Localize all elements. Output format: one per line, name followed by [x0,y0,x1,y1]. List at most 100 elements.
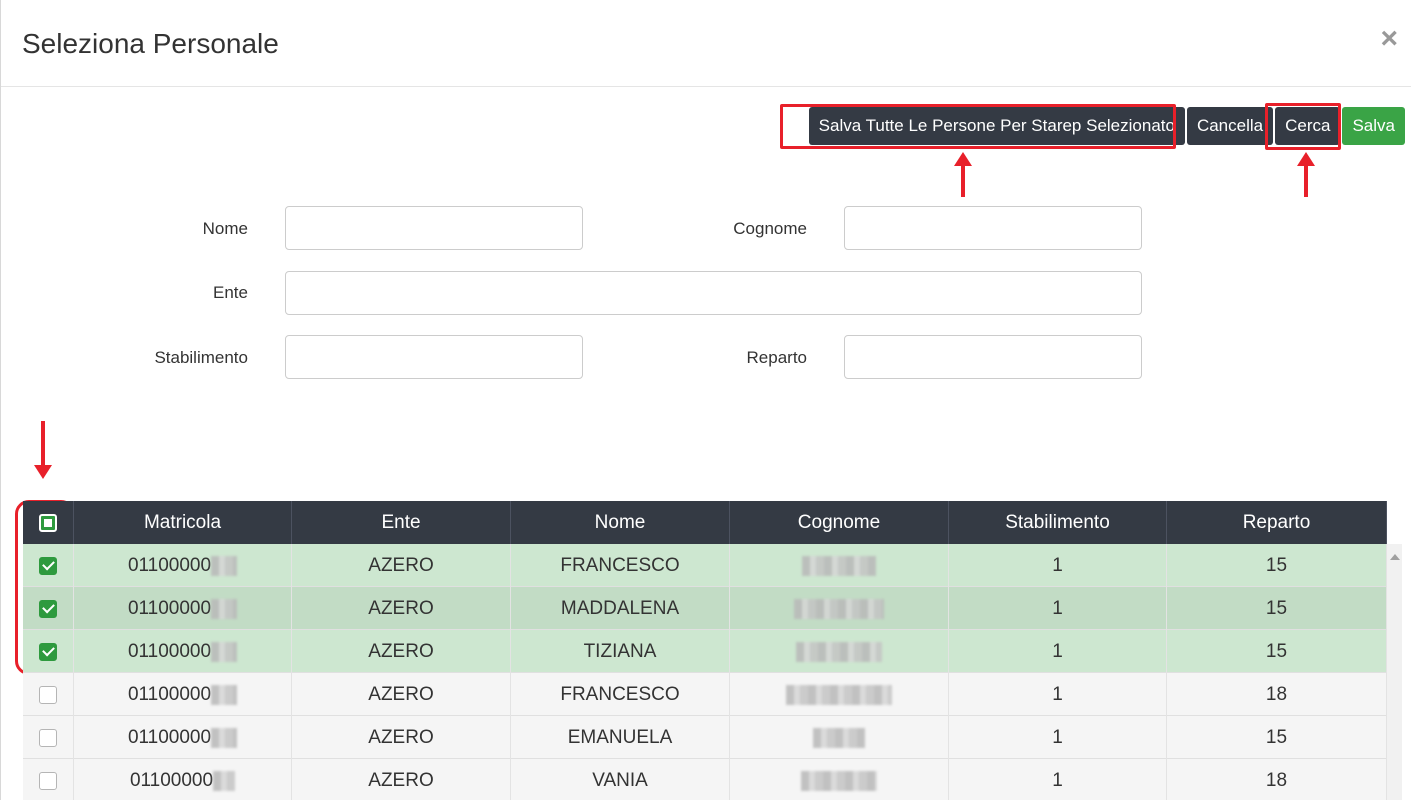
column-header-matricola[interactable]: Matricola [74,501,292,544]
cognome-label: Cognome [733,219,807,238]
stabilimento-cell: 1 [949,544,1167,587]
ente-cell: AZERO [292,630,511,673]
nome-cell: TIZIANA [511,630,730,673]
redacted-surname [794,598,884,619]
reparto-cell: 15 [1167,630,1387,673]
ente-label: Ente [213,283,248,302]
ente-input[interactable] [285,271,1142,315]
redacted-surname [786,684,892,705]
table-scrollbar[interactable] [1387,544,1402,800]
nome-label: Nome [202,219,248,238]
redacted-digits [211,555,238,576]
reparto-cell: 18 [1167,673,1387,716]
reparto-cell: 18 [1167,759,1387,800]
redacted-surname [801,770,877,791]
nome-cell: FRANCESCO [511,544,730,587]
table-row[interactable]: 01100000 AZERO TIZIANA 1 15 [23,630,1387,673]
cognome-cell [730,630,949,673]
select-personnel-modal: Seleziona Personale × Salva Tutte Le Per… [0,0,1411,800]
matricola-text: 01100000 [129,769,214,791]
reparto-cell: 15 [1167,716,1387,759]
table-row[interactable]: 01100000 AZERO VANIA 1 18 [23,759,1387,800]
save-all-selected-button[interactable]: Salva Tutte Le Persone Per Starep Selezi… [808,107,1185,145]
reparto-cell: 15 [1167,544,1387,587]
matricola-cell: 01100000 [74,587,292,630]
table-row[interactable]: 01100000 AZERO FRANCESCO 1 18 [23,673,1387,716]
redacted-digits [211,641,238,662]
redacted-digits [211,684,238,705]
table-header: Matricola Ente Nome Cognome Stabilimento… [23,501,1387,544]
column-header-reparto[interactable]: Reparto [1167,501,1387,544]
row-select-cell [23,544,74,587]
stabilimento-cell: 1 [949,587,1167,630]
reparto-input[interactable] [844,335,1142,379]
arrow-down-icon [34,421,52,479]
ente-cell: AZERO [292,759,511,800]
stabilimento-input[interactable] [285,335,583,379]
row-checkbox[interactable] [39,599,57,618]
table-body: 01100000 AZERO FRANCESCO 1 15 01100000 A… [23,544,1387,800]
ente-cell: AZERO [292,544,511,587]
matricola-text: 01100000 [127,683,212,705]
column-header-cognome[interactable]: Cognome [730,501,949,544]
row-checkbox[interactable] [39,771,57,790]
table-row[interactable]: 01100000 AZERO EMANUELA 1 15 [23,716,1387,759]
arrow-up-icon [954,152,972,197]
redacted-surname [813,727,865,748]
stabilimento-label: Stabilimento [154,348,248,367]
row-select-cell [23,673,74,716]
save-button[interactable]: Salva [1342,107,1405,145]
row-checkbox[interactable] [39,642,57,661]
stabilimento-cell: 1 [949,716,1167,759]
cognome-input[interactable] [844,206,1142,250]
modal-header: Seleziona Personale × [1,0,1411,87]
matricola-text: 01100000 [127,726,212,748]
cognome-cell [730,544,949,587]
redacted-digits [211,727,238,748]
cognome-cell [730,716,949,759]
ente-cell: AZERO [292,673,511,716]
cancel-button[interactable]: Cancella [1186,107,1274,145]
table-row[interactable]: 01100000 AZERO MADDALENA 1 15 [23,587,1387,630]
modal-title: Seleziona Personale [22,28,279,59]
row-checkbox[interactable] [39,685,57,704]
nome-cell: MADDALENA [511,587,730,630]
reparto-cell: 15 [1167,587,1387,630]
row-select-cell [23,630,74,673]
personnel-table: Matricola Ente Nome Cognome Stabilimento… [23,501,1402,800]
select-all-checkbox[interactable] [39,513,57,532]
column-header-stabilimento[interactable]: Stabilimento [949,501,1167,544]
stabilimento-cell: 1 [949,630,1167,673]
table-row[interactable]: 01100000 AZERO FRANCESCO 1 15 [23,544,1387,587]
matricola-cell: 01100000 [74,630,292,673]
cognome-cell [730,759,949,800]
arrow-up-icon [1297,152,1315,197]
nome-cell: EMANUELA [511,716,730,759]
redacted-digits [211,598,238,619]
matricola-cell: 01100000 [74,673,292,716]
cognome-cell [730,673,949,716]
cognome-cell [730,587,949,630]
ente-cell: AZERO [292,587,511,630]
matricola-cell: 01100000 [74,716,292,759]
redacted-surname [802,555,876,576]
row-select-cell [23,587,74,630]
matricola-cell: 01100000 [74,759,292,800]
row-checkbox[interactable] [39,556,57,575]
matricola-text: 01100000 [127,597,212,619]
nome-input[interactable] [285,206,583,250]
matricola-text: 01100000 [127,554,212,576]
matricola-text: 01100000 [127,640,212,662]
redacted-surname [796,641,882,662]
close-icon[interactable]: × [1380,22,1398,56]
stabilimento-cell: 1 [949,673,1167,716]
search-button[interactable]: Cerca [1275,107,1341,145]
reparto-label: Reparto [746,348,807,367]
column-header-nome[interactable]: Nome [511,501,730,544]
scroll-up-icon[interactable] [1390,554,1400,560]
column-header-ente[interactable]: Ente [292,501,511,544]
row-select-cell [23,716,74,759]
nome-cell: FRANCESCO [511,673,730,716]
row-checkbox[interactable] [39,728,57,747]
redacted-digits [213,770,236,791]
